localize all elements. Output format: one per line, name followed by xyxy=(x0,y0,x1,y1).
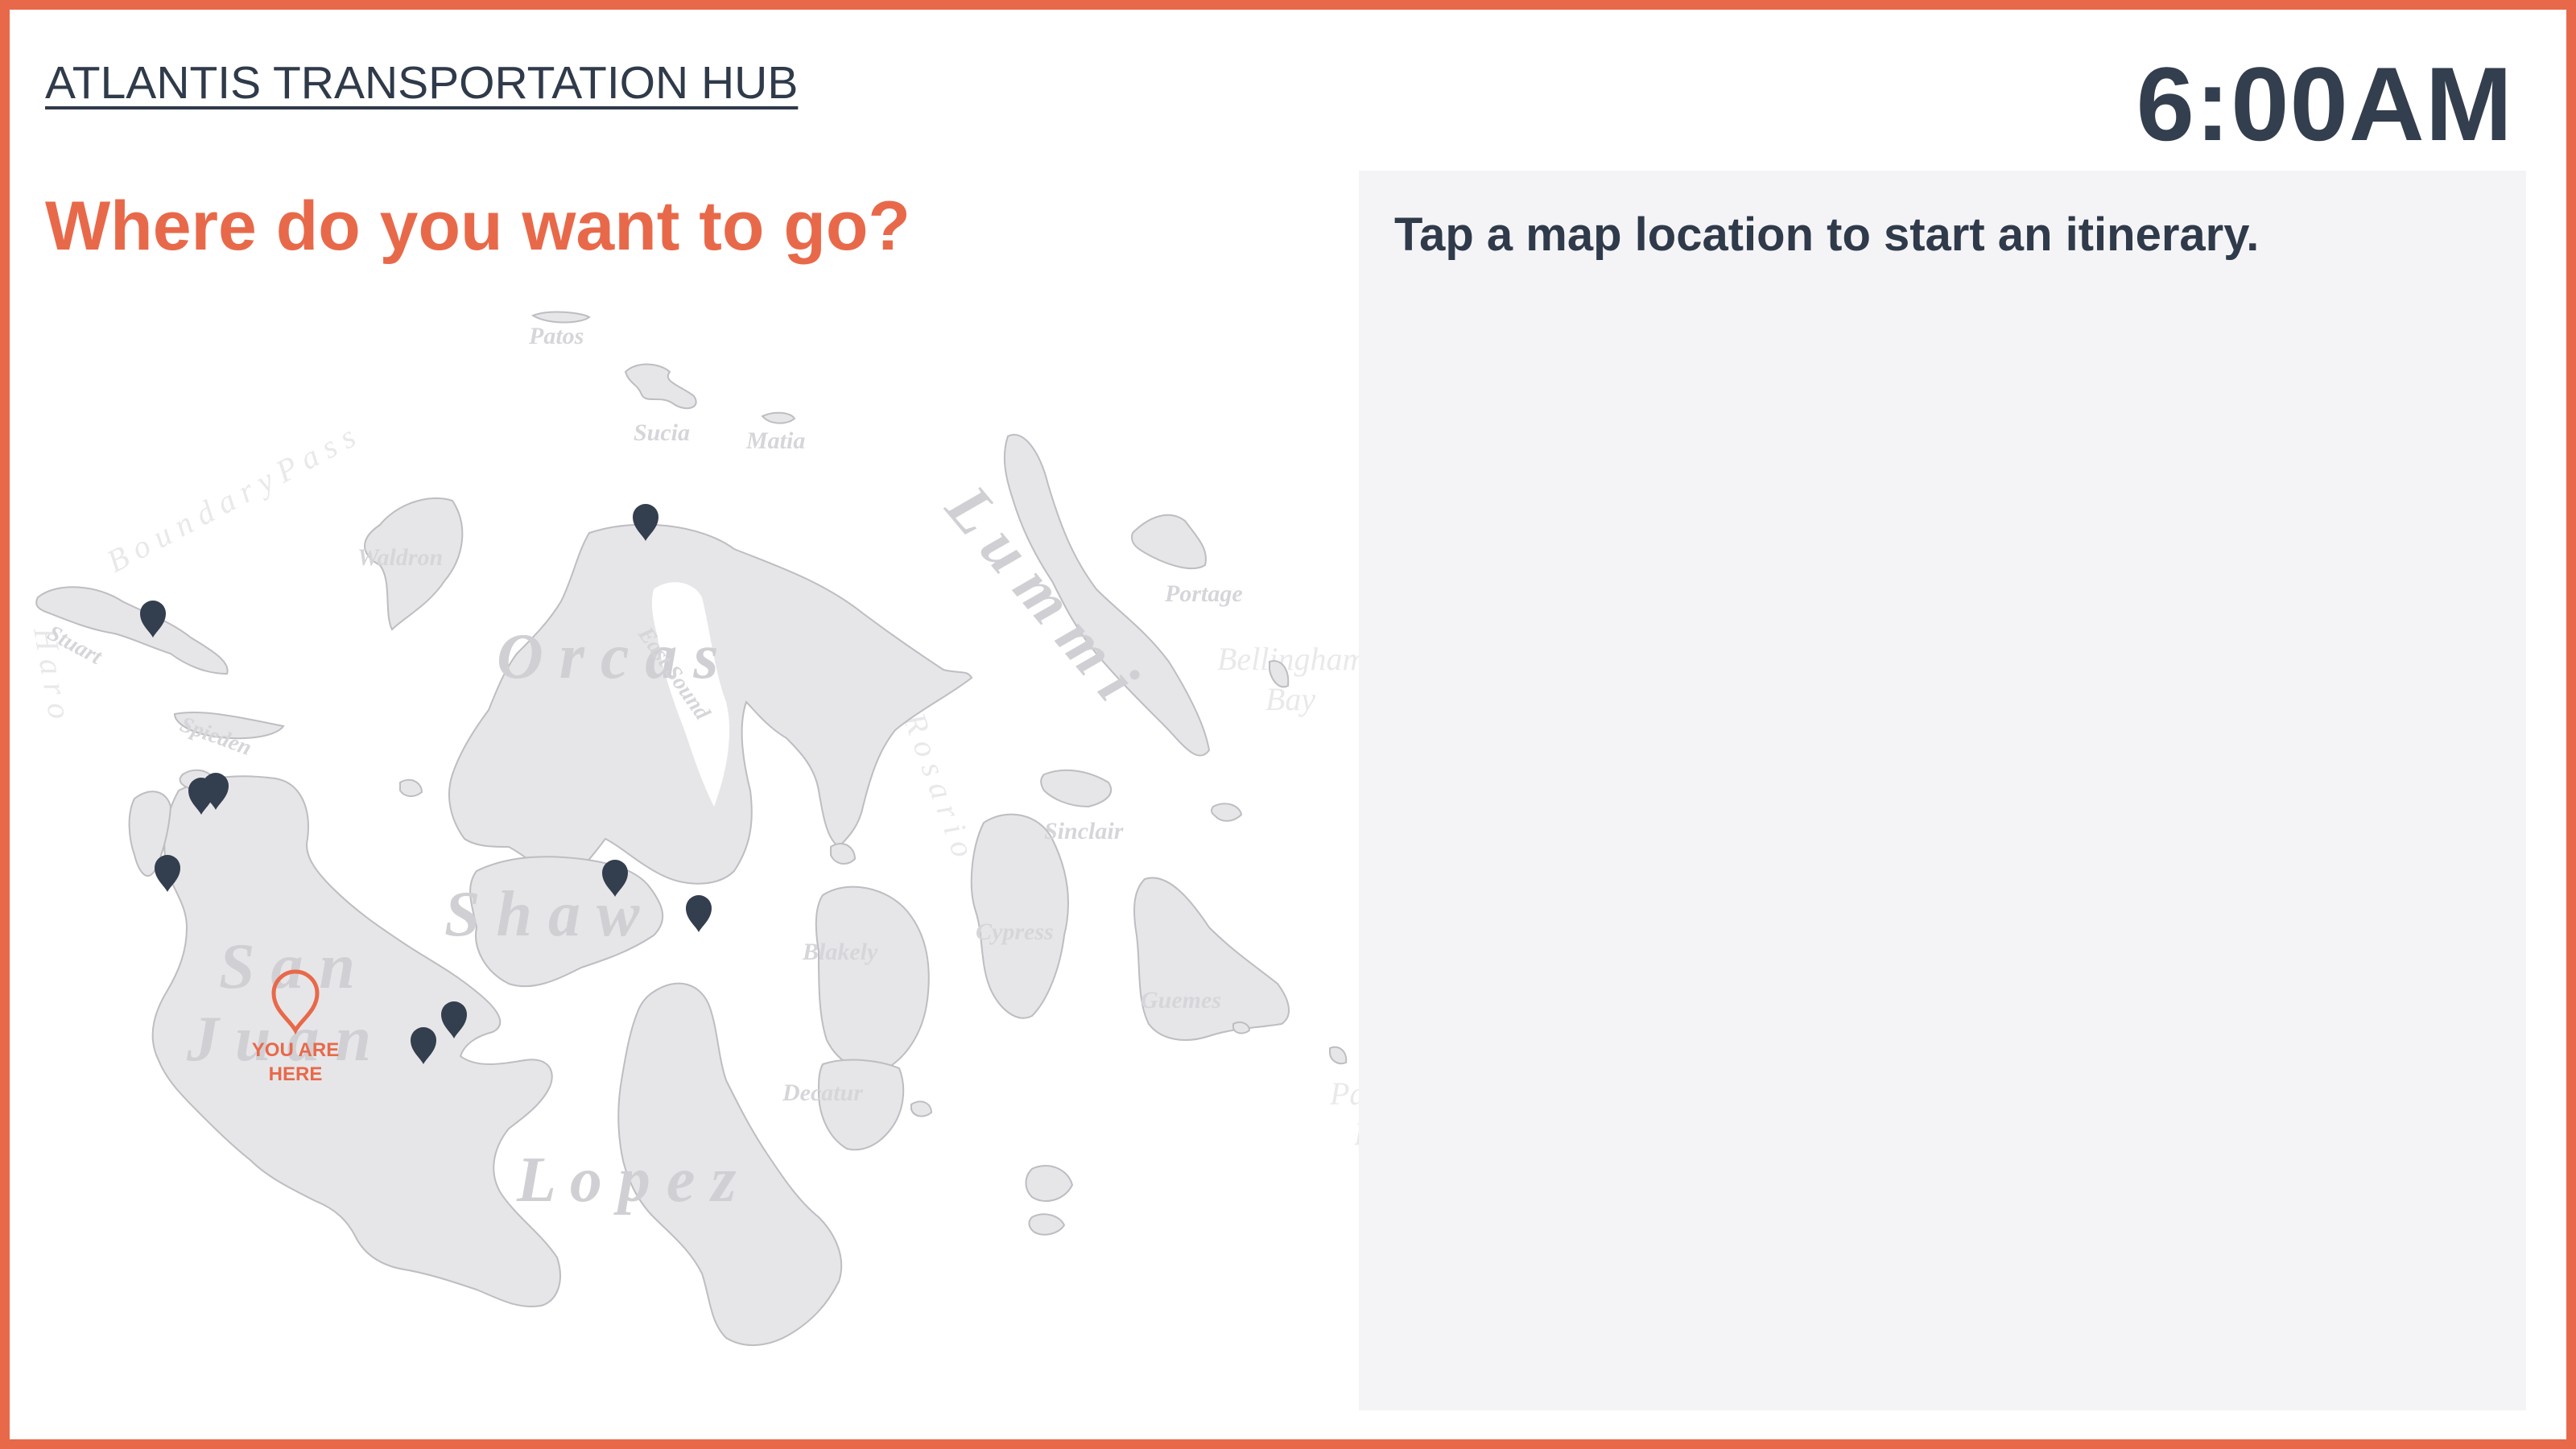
you-are-here-label-2: HERE xyxy=(269,1063,323,1085)
destination-prompt: Where do you want to go? xyxy=(45,188,910,265)
bellingham-bay-label-1: Bellingham xyxy=(1217,641,1362,677)
decatur-label: Decatur xyxy=(782,1080,863,1106)
you-are-here-label-1: YOU ARE xyxy=(252,1039,339,1061)
sinclair-label: Sinclair xyxy=(1044,818,1124,844)
cypress-label: Cypress xyxy=(976,919,1054,945)
guemes-label: Guemes xyxy=(1141,987,1221,1013)
location-pin-icon[interactable] xyxy=(686,895,712,932)
boundary-pass-label: B o u n d a r y P a s s xyxy=(101,418,361,580)
waldron-label: Waldron xyxy=(357,544,443,571)
itinerary-instructions: Tap a map location to start an itinerary… xyxy=(1394,208,2260,261)
clock: 6:00AM xyxy=(2136,45,2513,163)
blakely-label: Blakely xyxy=(802,939,878,965)
padilla-bay-label-1: Padilla xyxy=(1329,1075,1362,1112)
sucia-label: Sucia xyxy=(634,419,690,446)
hub-title: ATLANTIS TRANSPORTATION HUB xyxy=(45,57,799,109)
portage-label: Portage xyxy=(1164,580,1243,607)
rosario-label: R o s a r i o xyxy=(896,708,981,862)
lopez-label: L o p e z xyxy=(516,1145,737,1216)
patos-label: Patos xyxy=(528,323,584,349)
itinerary-panel: Tap a map location to start an itinerary… xyxy=(1359,171,2526,1410)
island-map[interactable]: B o u n d a r y P a s s Bellingham Bay P… xyxy=(26,291,1362,1394)
bellingham-bay-label-2: Bay xyxy=(1265,681,1315,717)
san-label: S a n xyxy=(219,931,355,1002)
matia-label: Matia xyxy=(745,427,805,454)
kiosk-frame: ATLANTIS TRANSPORTATION HUB 6:00AM Where… xyxy=(0,0,2576,1449)
